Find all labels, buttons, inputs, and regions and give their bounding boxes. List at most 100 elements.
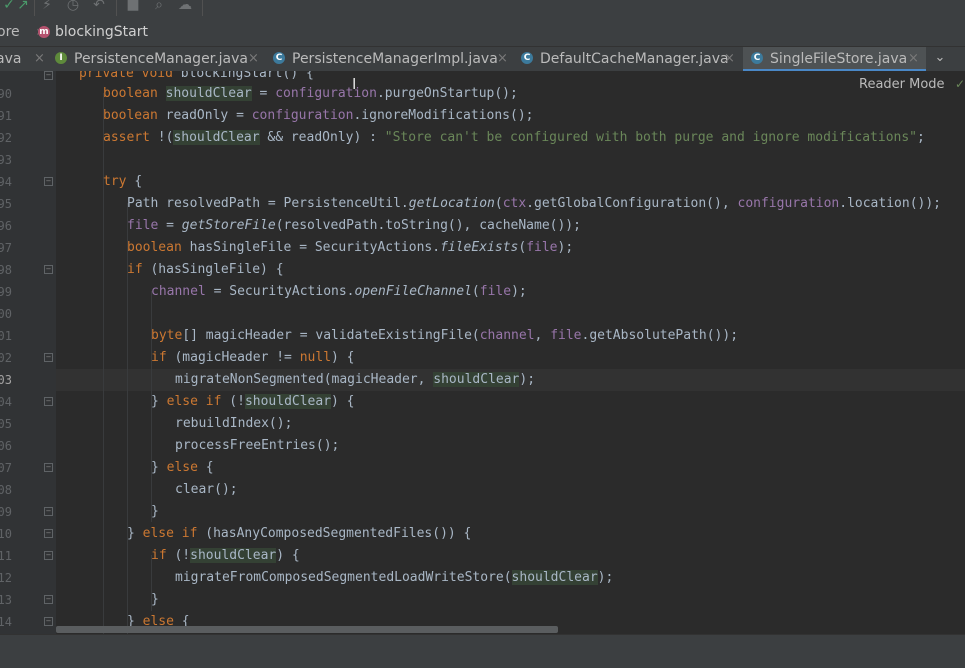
code-line: } else if (!shouldClear) { [151,394,355,409]
method-icon: m [38,26,50,38]
code-editor[interactable]: 90 91 92 93 94 95 96 97 98 99 00 01 02 0… [0,71,965,634]
line-number: 93 [0,153,12,167]
inspection-ok-icon[interactable]: ✓ [955,77,965,91]
line-number: 12 [0,571,12,585]
fold-marker-icon[interactable]: − [44,551,53,560]
line-number: 91 [0,109,12,123]
line-number: 11 [0,549,12,563]
code-line: assert !(shouldClear && readOnly) : "Sto… [103,130,925,145]
vcs-push-icon[interactable]: ⚡ [38,0,56,16]
editor-tabs: ava × I PersistenceManager.java × C Pers… [0,47,965,72]
cloud-icon[interactable]: ☁ [176,0,194,16]
line-number: 99 [0,285,12,299]
fold-marker-icon[interactable]: − [44,507,53,516]
fold-marker-icon[interactable]: − [44,265,53,274]
tab-label: SingleFileStore.java [770,51,908,67]
line-number: 07 [0,461,12,475]
stop-icon[interactable]: ■ [124,0,142,16]
tab-single-file-store[interactable]: C SingleFileStore.java × [743,47,926,72]
line-number: 10 [0,527,12,541]
horizontal-scrollbar[interactable] [56,626,965,634]
close-icon[interactable]: × [908,47,919,71]
code-line: migrateNonSegmented(magicHeader, shouldC… [175,372,536,387]
code-line: clear(); [175,482,238,497]
toolbar-separator [202,0,203,16]
code-line: Path resolvedPath = PersistenceUtil.getL… [127,196,941,211]
line-number: 02 [0,351,12,365]
code-line: } else { [151,460,214,475]
tab-persistence-manager[interactable]: I PersistenceManager.java × [55,47,268,71]
code-line: if (hasSingleFile) { [127,262,284,277]
tab-label: DefaultCacheManager.java [540,51,729,67]
fold-marker-icon[interactable]: − [44,595,53,604]
close-icon[interactable]: × [248,47,259,71]
line-number: 97 [0,241,12,255]
history-icon[interactable]: ◷ [64,0,82,16]
class-icon: C [521,52,533,64]
line-number: 05 [0,417,12,431]
text-cursor-icon: I [352,75,357,93]
code-line: if (!shouldClear) { [151,548,300,563]
revert-icon[interactable]: ↶ [90,0,108,16]
tab-default-cache-manager[interactable]: C DefaultCacheManager.java × [521,47,739,71]
breadcrumb: ore › m blockingStart [0,16,965,47]
line-number: 94 [0,175,12,189]
scrollbar-thumb[interactable] [56,626,558,633]
toolbar-separator [116,0,117,16]
line-number: 90 [0,87,12,101]
code-line: } [151,504,159,519]
update-arrow-icon[interactable]: ↗ [14,0,32,16]
code-line: migrateFromComposedSegmentedLoadWriteSto… [175,570,614,585]
reader-mode-button[interactable]: Reader Mode [859,77,945,92]
close-icon[interactable]: × [497,47,508,71]
tab-label: PersistenceManagerImpl.java [292,51,498,67]
fold-marker-icon[interactable]: − [44,71,53,80]
class-icon: C [751,52,763,64]
code-line: rebuildIndex(); [175,416,293,431]
line-number: 95 [0,197,12,211]
fold-marker-icon[interactable]: − [44,617,53,626]
line-number: 06 [0,439,12,453]
toolbar: ✓ ↗ ⚡ ◷ ↶ ■ ⌕ ☁ [0,0,965,16]
fold-marker-icon[interactable]: − [44,529,53,538]
fold-marker-icon[interactable]: − [44,177,53,186]
line-number: 09 [0,505,12,519]
ide-window: ✓ ↗ ⚡ ◷ ↶ ■ ⌕ ☁ ore › m blockingStart av… [0,0,965,668]
fold-marker-icon[interactable]: − [44,397,53,406]
code-line: } else if (hasAnyComposedSegmentedFiles(… [127,526,472,541]
tab-persistence-manager-impl[interactable]: C PersistenceManagerImpl.java × [273,47,511,71]
code-line: boolean hasSingleFile = SecurityActions.… [127,240,574,255]
code-line: byte[] magicHeader = validateExistingFil… [151,328,739,343]
tab-label: ava [0,51,22,67]
line-number: 92 [0,131,12,145]
code-line: boolean shouldClear = configuration.purg… [103,86,518,101]
code-line: file = getStoreFile(resolvedPath.toStrin… [127,218,581,233]
tab-label: PersistenceManager.java [74,51,248,67]
code-line: try { [103,174,143,189]
line-number: 08 [0,483,12,497]
code-area[interactable]: private void blockingStart() { boolean s… [56,71,965,634]
code-line: processFreeEntries(); [175,438,340,453]
breadcrumb-method[interactable]: blockingStart [55,16,148,48]
chevron-down-icon[interactable]: ⌄ [932,47,948,71]
toolbar-separator [34,0,35,16]
line-number: 98 [0,263,12,277]
code-line: } [151,592,159,607]
line-number: 01 [0,329,12,343]
line-number: 14 [0,615,12,629]
fold-marker-icon[interactable]: − [44,463,53,472]
class-icon: C [273,52,285,64]
close-icon[interactable]: × [34,47,45,71]
breadcrumb-class[interactable]: ore [0,16,20,48]
fold-marker-icon[interactable]: − [44,353,53,362]
line-number: 04 [0,395,12,409]
line-number-current: 03 [0,373,12,387]
line-number: 00 [0,307,12,321]
gutter: 90 91 92 93 94 95 96 97 98 99 00 01 02 0… [0,71,56,634]
tab-java[interactable]: ava × [0,47,50,71]
code-line: channel = SecurityActions.openFileChanne… [151,284,527,299]
search-everywhere-icon[interactable]: ⌕ [150,0,168,16]
interface-icon: I [55,52,67,64]
status-bar [0,634,965,668]
close-icon[interactable]: × [724,47,735,71]
